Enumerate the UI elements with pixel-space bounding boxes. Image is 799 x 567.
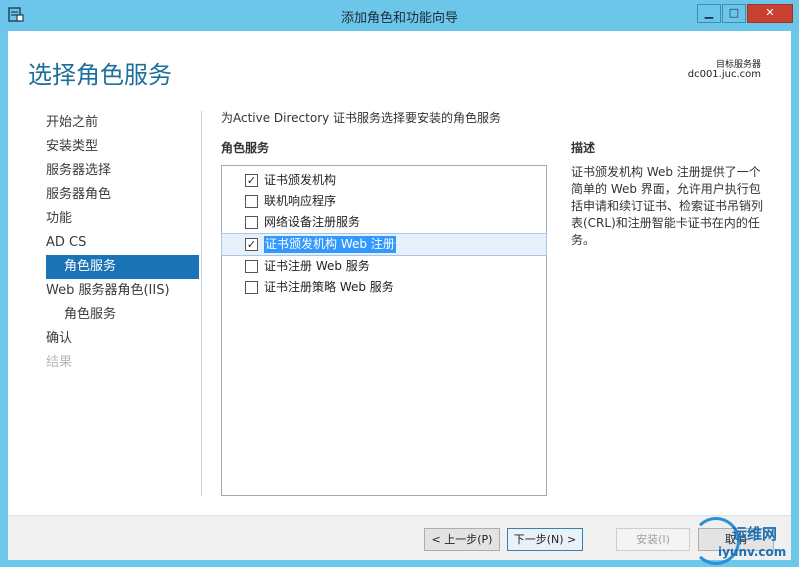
- nav-item-server-selection[interactable]: 服务器选择: [8, 159, 200, 183]
- description-header: 描述: [571, 141, 596, 155]
- list-item[interactable]: ✓ 证书颁发机构: [222, 170, 546, 191]
- nav-item-server-roles[interactable]: 服务器角色: [8, 183, 200, 207]
- checkbox[interactable]: [245, 260, 258, 273]
- nav-item-features[interactable]: 功能: [8, 207, 200, 231]
- nav-item-role-services[interactable]: 角色服务: [46, 255, 199, 279]
- close-button[interactable]: ✕: [747, 4, 793, 23]
- maximize-button[interactable]: □: [722, 4, 746, 23]
- nav-item-results: 结果: [46, 355, 73, 370]
- nav-item-ad-cs[interactable]: AD CS: [8, 231, 200, 255]
- next-button[interactable]: 下一步(N) >: [507, 528, 583, 551]
- role-services-list[interactable]: ✓ 证书颁发机构 联机响应程序 网络设备注册服务 ✓ 证书颁发机构 Web 注册…: [221, 165, 547, 496]
- nav-item-confirmation[interactable]: 确认: [8, 327, 200, 351]
- nav-item-installation-type[interactable]: 安装类型: [8, 135, 200, 159]
- watermark: 运维网 iyunv.com: [692, 515, 798, 567]
- roles-header: 角色服务: [221, 141, 270, 155]
- checkbox[interactable]: [245, 216, 258, 229]
- list-item[interactable]: 证书注册 Web 服务: [222, 256, 546, 277]
- nav-item-iis-role-services[interactable]: 角色服务: [8, 303, 200, 327]
- nav-divider: [201, 111, 202, 496]
- nav-item-web-server-role[interactable]: Web 服务器角色(IIS): [8, 279, 200, 303]
- minimize-button[interactable]: ▁: [697, 4, 721, 23]
- role-label: 证书注册策略 Web 服务: [264, 280, 394, 294]
- role-label: 联机响应程序: [264, 194, 337, 208]
- role-label: 证书注册 Web 服务: [264, 259, 370, 273]
- install-button: 安装(I): [616, 528, 690, 551]
- checkbox[interactable]: [245, 195, 258, 208]
- checkbox-checked[interactable]: ✓: [245, 238, 258, 251]
- role-label: 证书颁发机构: [264, 173, 337, 187]
- watermark-text: 运维网: [732, 525, 778, 543]
- target-server-name: dc001.juc.com: [687, 69, 761, 80]
- window-title: 添加角色和功能向导: [340, 11, 458, 26]
- title-bar[interactable]: 添加角色和功能向导 ▁ □ ✕: [0, 0, 799, 31]
- page-title: 选择角色服务: [28, 61, 172, 89]
- list-item-selected[interactable]: ✓ 证书颁发机构 Web 注册: [221, 233, 547, 256]
- list-item[interactable]: 证书注册策略 Web 服务: [222, 277, 546, 298]
- checkbox-checked[interactable]: ✓: [245, 174, 258, 187]
- wizard-nav: 开始之前 安装类型 服务器选择 服务器角色 功能 AD CS 角色服务 Web …: [8, 111, 200, 375]
- description-text: 证书颁发机构 Web 注册提供了一个简单的 Web 界面，允许用户执行包括申请和…: [571, 165, 764, 247]
- checkbox[interactable]: [245, 281, 258, 294]
- role-label: 证书颁发机构 Web 注册: [264, 236, 396, 253]
- watermark-url: iyunv.com: [718, 545, 787, 559]
- instruction-text: 为Active Directory 证书服务选择要安装的角色服务: [221, 111, 502, 125]
- list-item[interactable]: 联机响应程序: [222, 191, 546, 212]
- role-label: 网络设备注册服务: [264, 215, 361, 229]
- list-item[interactable]: 网络设备注册服务: [222, 212, 546, 233]
- previous-button[interactable]: < 上一步(P): [424, 528, 500, 551]
- nav-item-before-you-begin[interactable]: 开始之前: [8, 111, 200, 135]
- wizard-client: 选择角色服务 目标服务器 dc001.juc.com 开始之前 安装类型 服务器…: [8, 31, 791, 560]
- wizard-footer: < 上一步(P) 下一步(N) > 安装(I) 取消: [8, 515, 791, 560]
